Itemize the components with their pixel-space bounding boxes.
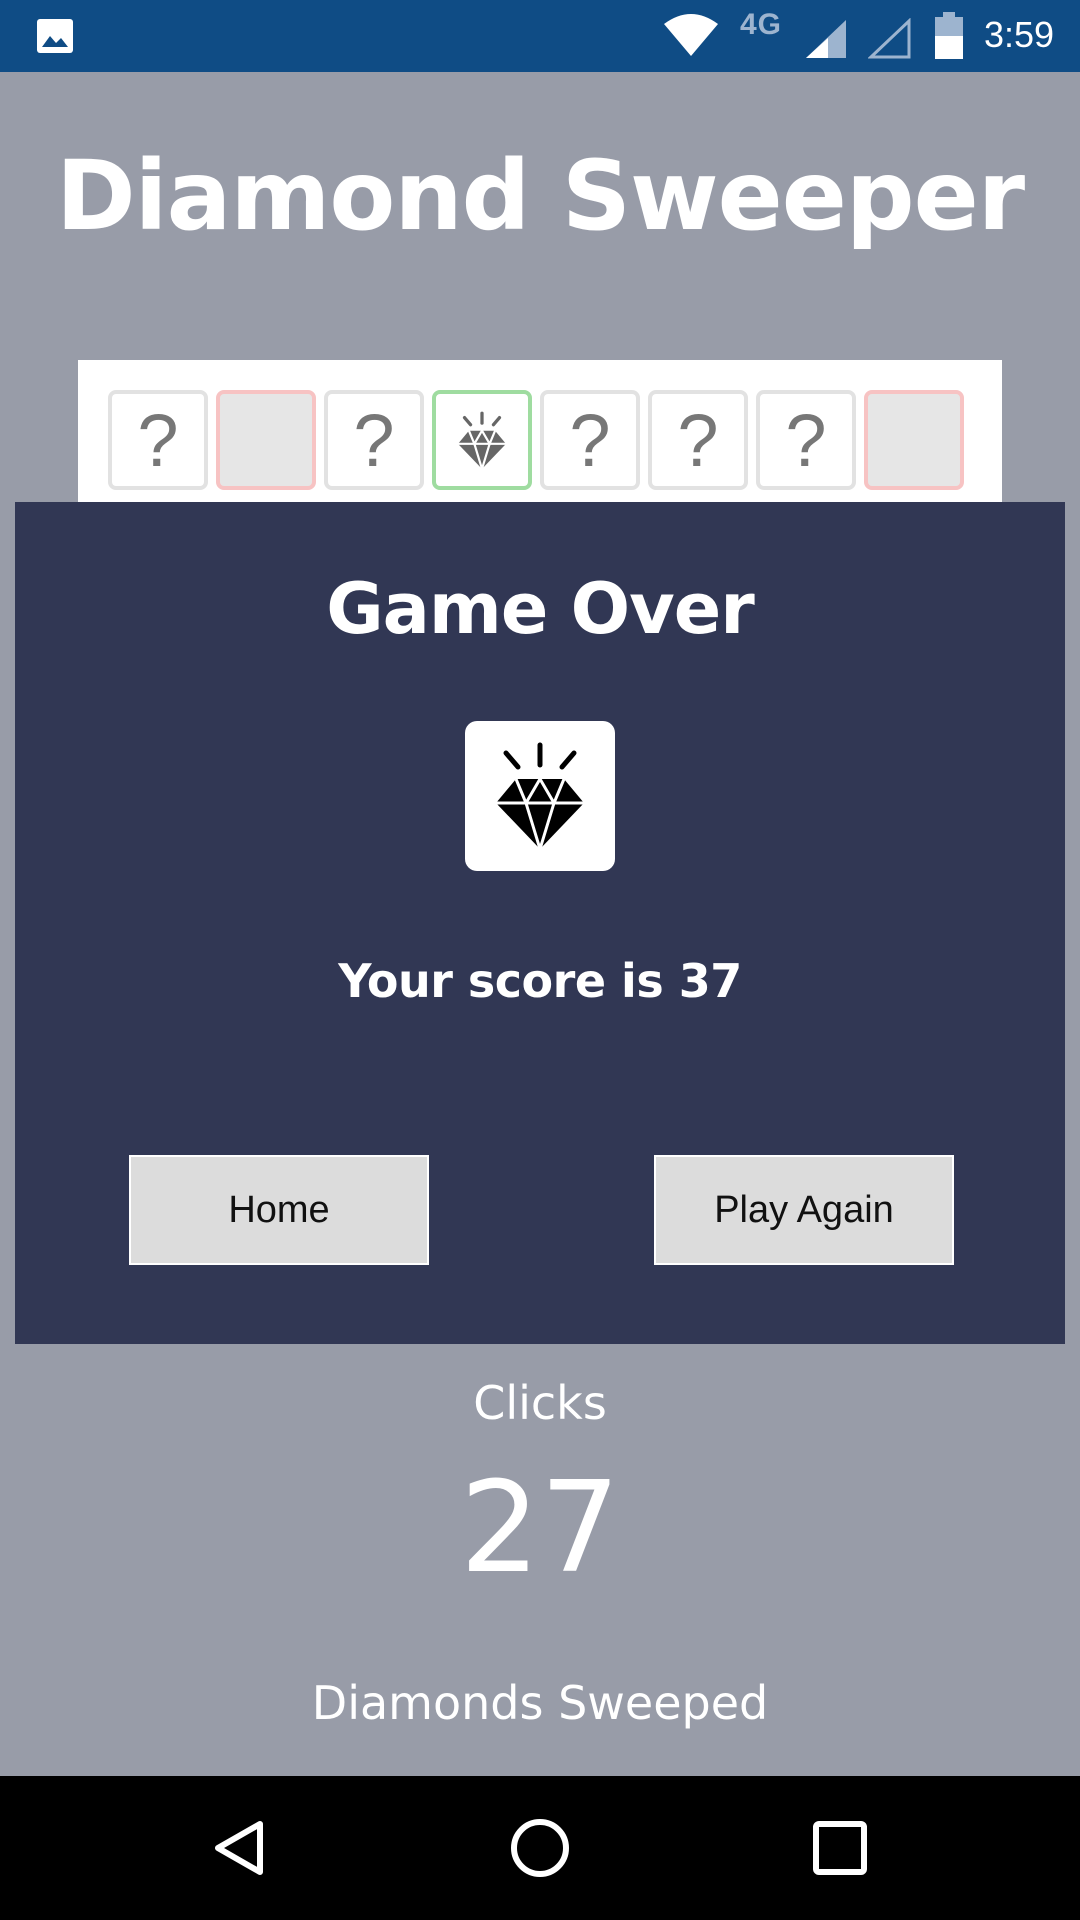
battery-icon — [935, 12, 963, 59]
signal-empty-icon — [868, 18, 911, 59]
game-board: ????? — [78, 360, 1002, 510]
status-bar: 4G 3:59 — [0, 0, 1080, 72]
wifi-icon — [664, 14, 718, 56]
gallery-icon — [37, 19, 73, 53]
tile-label: ? — [353, 398, 395, 482]
tile-label: ? — [569, 398, 611, 482]
diamonds-sweeped-label: Diamonds Sweeped — [311, 1676, 769, 1730]
board-tile-hidden[interactable]: ? — [108, 390, 208, 490]
clock: 3:59 — [984, 14, 1055, 55]
board-tile-hidden[interactable]: ? — [324, 390, 424, 490]
board-tile-empty[interactable] — [216, 390, 316, 490]
navigation-bar — [0, 1776, 1080, 1920]
diamond-icon — [496, 742, 584, 851]
home-icon[interactable] — [508, 1816, 572, 1880]
tile-label: ? — [785, 398, 827, 482]
app-title: Diamond Sweeper — [55, 140, 1025, 252]
dialog-title: Game Over — [326, 568, 755, 650]
score-text: Your score is 37 — [338, 954, 742, 1008]
back-icon[interactable] — [208, 1816, 272, 1880]
play-again-button[interactable]: Play Again — [654, 1155, 954, 1265]
diamond-badge — [465, 721, 615, 871]
clicks-label: Clicks — [473, 1376, 607, 1430]
board-tile-hidden[interactable]: ? — [540, 390, 640, 490]
board-tile-empty[interactable] — [864, 390, 964, 490]
recents-icon[interactable] — [808, 1816, 872, 1880]
tile-label: ? — [137, 398, 179, 482]
board-tile-hidden[interactable]: ? — [756, 390, 856, 490]
board-tile-hidden[interactable]: ? — [648, 390, 748, 490]
tile-label: ? — [677, 398, 719, 482]
game-over-dialog: Game Over Your score is 37 Home Play Aga… — [15, 502, 1065, 1344]
board-tile-diamond[interactable] — [432, 390, 532, 490]
home-button[interactable]: Home — [129, 1155, 429, 1265]
network-type: 4G — [740, 8, 783, 41]
clicks-value: 27 — [459, 1454, 621, 1601]
signal-icon — [806, 20, 846, 58]
diamond-icon — [458, 411, 506, 470]
